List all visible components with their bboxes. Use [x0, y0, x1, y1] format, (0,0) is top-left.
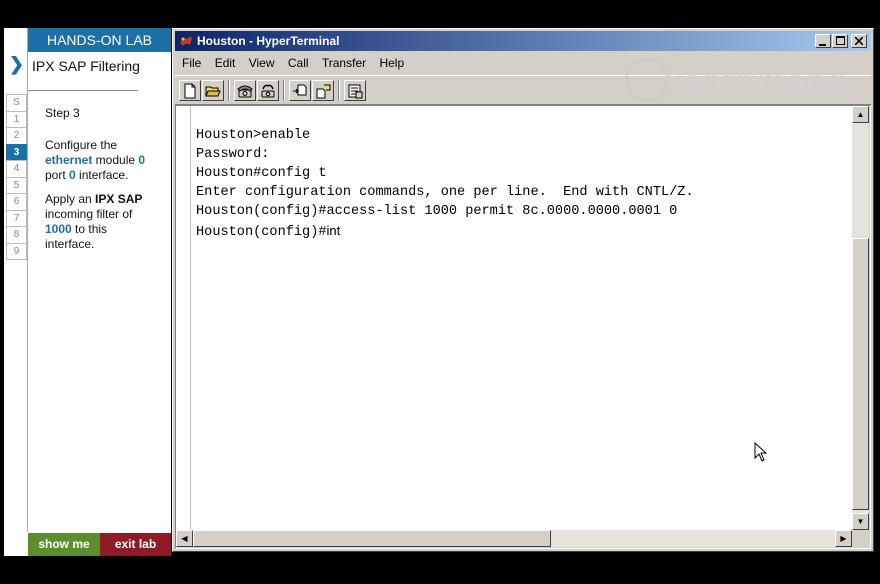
phone-icon: [237, 85, 253, 98]
show-me-button[interactable]: show me: [28, 533, 100, 556]
scroll-left-button[interactable]: ◀: [176, 530, 193, 547]
vertical-scroll-thumb[interactable]: [852, 238, 869, 510]
properties-button[interactable]: [344, 80, 366, 101]
maximize-icon: [835, 36, 845, 45]
scroll-right-button[interactable]: ▶: [835, 530, 852, 547]
close-button[interactable]: [851, 34, 867, 48]
disconnect-button[interactable]: [257, 80, 279, 101]
maximize-button[interactable]: [832, 34, 848, 48]
title-bar[interactable]: Houston - HyperTerminal: [175, 31, 871, 51]
window-title: Houston - HyperTerminal: [197, 34, 340, 48]
watermark-text: uantrimang: [665, 64, 846, 100]
vertical-scrollbar[interactable]: ▲ ▼: [852, 106, 869, 530]
horizontal-scroll-thumb[interactable]: [193, 530, 551, 547]
new-button[interactable]: [179, 80, 201, 101]
lab-title: IPX SAP Filtering: [32, 58, 140, 74]
close-icon: [854, 36, 864, 46]
step-list: S 1 2 3 4 5 6 7 8 9: [6, 94, 27, 260]
open-button[interactable]: [202, 80, 224, 101]
terminal-prompt: Houston(config)#: [196, 225, 327, 240]
toolbar-separator: [338, 80, 340, 101]
terminal-gutter: [178, 106, 191, 530]
step-instructions: Step 3 Configure the ethernet module 0 p…: [45, 106, 167, 261]
scrollbar-corner: [852, 530, 869, 547]
properties-icon: [348, 84, 363, 99]
menu-view[interactable]: View: [249, 56, 275, 70]
open-folder-icon: [205, 86, 221, 97]
watermark-logo-icon: [625, 58, 669, 102]
terminal-line: Houston#config t: [196, 166, 327, 181]
terminal-input[interactable]: int: [327, 223, 341, 238]
terminal-line: Houston>enable: [196, 128, 311, 143]
send-file-button[interactable]: [289, 80, 311, 101]
terminal-frame: Houston>enable Password: Houston#config …: [175, 105, 871, 549]
menu-transfer[interactable]: Transfer: [322, 56, 366, 70]
receive-file-button[interactable]: [312, 80, 334, 101]
step-item-4[interactable]: 4: [6, 160, 27, 177]
step-label: Step 3: [45, 106, 80, 120]
step-item-1[interactable]: 1: [6, 110, 27, 127]
step-item-8[interactable]: 8: [6, 226, 27, 243]
exit-lab-button[interactable]: exit lab: [100, 533, 171, 556]
instruction-text: interface.: [75, 168, 129, 182]
step-item-3[interactable]: 3: [6, 143, 27, 160]
step-item-6[interactable]: 6: [6, 193, 27, 210]
receive-file-icon: [316, 84, 331, 99]
instruction-text: port: [45, 168, 70, 182]
terminal-output: Houston>enable Password: Houston#config …: [196, 126, 694, 242]
keyword-module-number: 0: [138, 153, 146, 167]
keyword-ipx-sap: IPX SAP: [95, 192, 143, 206]
menu-bar: File Edit View Call Transfer Help: [177, 53, 409, 73]
chevron-right-icon: ❯: [9, 54, 25, 74]
step-item-2[interactable]: 2: [6, 127, 27, 144]
minimize-icon: [819, 44, 826, 46]
horizontal-scrollbar[interactable]: ◀ ▶: [176, 530, 852, 547]
step-item-9[interactable]: 9: [6, 242, 27, 260]
toolbar-separator: [228, 80, 230, 101]
instruction-text: interface.: [45, 237, 95, 251]
instruction-text: Configure the: [45, 138, 118, 152]
new-document-icon: [184, 83, 196, 99]
hyperterminal-app-icon: [180, 36, 192, 46]
terminal-line: Houston(config)#access-list 1000 permit …: [196, 204, 678, 219]
menu-edit[interactable]: Edit: [215, 56, 236, 70]
minimize-button[interactable]: [815, 34, 831, 48]
instruction-2: Apply an IPX SAP incoming filter of 1000…: [45, 192, 167, 252]
keyword-filter-number: 1000: [45, 222, 72, 236]
terminal-screen[interactable]: Houston>enable Password: Houston#config …: [176, 106, 852, 530]
call-button[interactable]: [234, 80, 256, 101]
hyperterminal-window: Houston - HyperTerminal File Edit View C…: [172, 28, 874, 552]
step-item-7[interactable]: 7: [6, 209, 27, 226]
hang-up-icon: [261, 84, 275, 98]
lab-panel: HANDS-ON LAB ❯ IPX SAP Filtering S 1 2 3…: [4, 28, 171, 556]
divider: [28, 90, 138, 91]
instruction-text: incoming filter of: [45, 207, 133, 221]
terminal-line: Password:: [196, 147, 270, 162]
scroll-up-button[interactable]: ▲: [852, 106, 869, 123]
send-file-icon: [293, 84, 307, 96]
step-item-s[interactable]: S: [6, 94, 27, 111]
menu-file[interactable]: File: [182, 56, 201, 70]
toolbar-separator: [283, 80, 285, 101]
instruction-text: module: [92, 153, 139, 167]
menu-call[interactable]: Call: [288, 56, 309, 70]
menu-help[interactable]: Help: [379, 56, 404, 70]
mouse-pointer-icon: [754, 442, 768, 462]
keyword-ethernet: ethernet: [45, 153, 93, 167]
instruction-text: Apply an: [45, 192, 96, 206]
scroll-down-button[interactable]: ▼: [852, 513, 869, 530]
lab-header: HANDS-ON LAB: [28, 28, 171, 52]
step-item-5[interactable]: 5: [6, 176, 27, 193]
instruction-text: to this: [71, 222, 108, 236]
divider: [27, 28, 28, 532]
terminal-line: Enter configuration commands, one per li…: [196, 185, 694, 200]
instruction-1: Configure the ethernet module 0 port 0 i…: [45, 138, 167, 183]
keyword-port-number: 0: [69, 168, 76, 182]
